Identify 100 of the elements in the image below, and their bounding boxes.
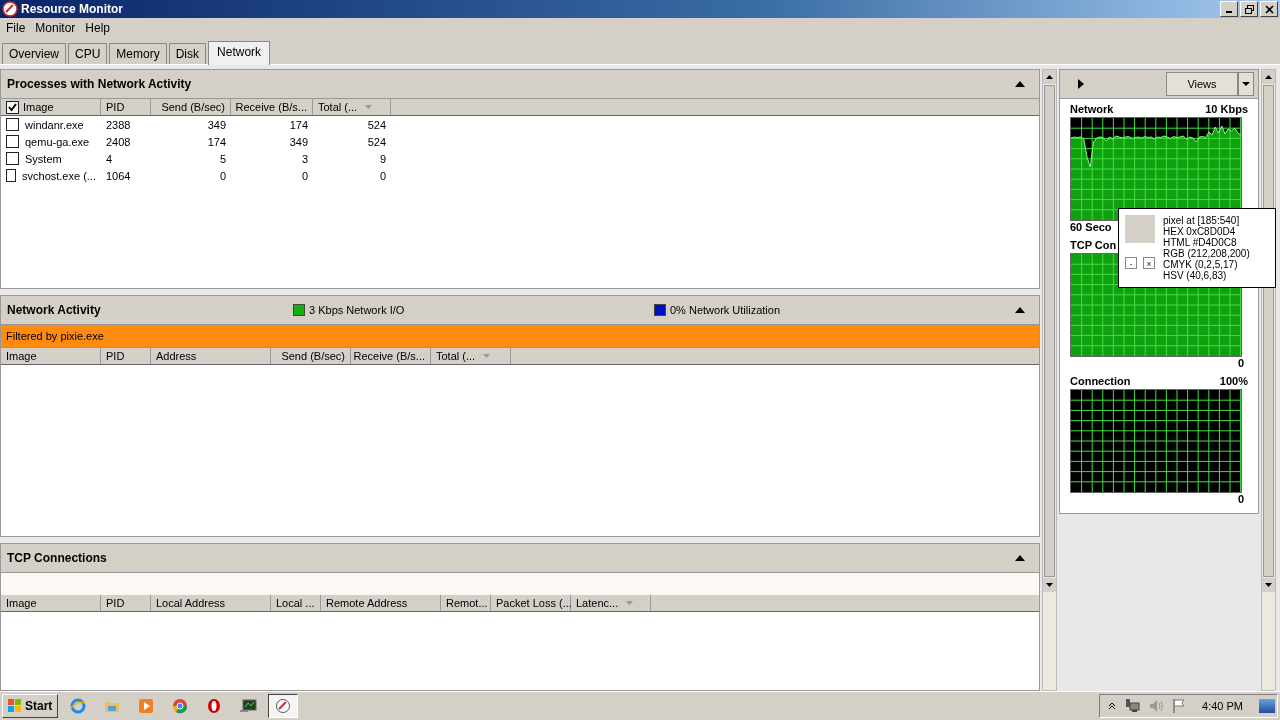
table-cell: 349 xyxy=(289,135,308,148)
column-header[interactable]: Local ... xyxy=(271,595,321,611)
table-cell: windanr.exe xyxy=(25,118,84,131)
expand-icon[interactable] xyxy=(1078,79,1084,89)
table-cell: 2388 xyxy=(106,118,131,131)
table-cell: 174 xyxy=(207,135,226,148)
section-header[interactable]: Network Activity 3 Kbps Network I/O 0% Network Utilization xyxy=(1,296,1039,325)
minimize-icon xyxy=(1226,11,1232,13)
column-header[interactable]: Receive (B/s... xyxy=(351,348,431,364)
menu-item[interactable]: File xyxy=(2,21,30,35)
tooltip-text: HTML #D4D0C8 xyxy=(1163,237,1238,248)
scrollbar[interactable] xyxy=(1042,69,1057,691)
graph-scale-label: 100% xyxy=(1219,375,1248,389)
graph-title: Network xyxy=(1070,103,1114,117)
column-header[interactable]: Address xyxy=(151,348,271,364)
graph-caption: 60 Seco xyxy=(1070,221,1112,235)
table-cell: qemu-ga.exe xyxy=(25,135,90,148)
clock[interactable]: 4:40 PM xyxy=(1202,700,1243,712)
column-header[interactable]: Image xyxy=(1,99,101,115)
table-cell: 0 xyxy=(219,169,226,182)
checkbox[interactable] xyxy=(6,118,19,131)
views-button[interactable]: Views xyxy=(1166,72,1238,96)
section-title: Network Activity xyxy=(7,303,101,317)
graph-scale-label: 0 xyxy=(1237,357,1244,371)
minimize-button[interactable] xyxy=(1220,1,1238,17)
ring-icon xyxy=(206,698,223,714)
start-button[interactable]: Start xyxy=(2,694,59,718)
column-header[interactable]: Send (B/sec) xyxy=(271,348,351,364)
column-header[interactable]: Receive (B/s... xyxy=(231,99,313,115)
restore-icon xyxy=(1244,4,1254,14)
table-cell: 5 xyxy=(219,152,226,165)
tooltip-text: pixel at [185:540] xyxy=(1163,215,1241,226)
column-header[interactable]: Image xyxy=(1,595,101,611)
tab[interactable]: Network xyxy=(208,41,271,65)
menu-item[interactable]: Monitor xyxy=(31,21,80,35)
tooltip-button[interactable]: x xyxy=(1143,257,1155,269)
table-cell: 524 xyxy=(367,118,386,131)
collapse-icon[interactable] xyxy=(1015,81,1025,87)
checkbox[interactable] xyxy=(6,135,19,148)
window-title: Resource Monitor xyxy=(21,2,123,16)
scroll-up-icon[interactable] xyxy=(1265,75,1272,79)
play-icon xyxy=(138,698,155,714)
graph-title: TCP Con xyxy=(1070,239,1117,253)
column-header[interactable]: PID xyxy=(101,348,151,364)
table-cell: svchost.exe (... xyxy=(22,169,96,182)
close-button[interactable] xyxy=(1260,1,1278,17)
legend-label: 0% Network Utilization xyxy=(670,304,781,316)
tooltip-text: RGB (212,208,200) xyxy=(1163,248,1250,259)
tab[interactable]: Memory xyxy=(109,43,167,64)
gauge-icon xyxy=(2,1,18,17)
column-header[interactable]: Remot... xyxy=(441,595,491,611)
chevron-up-icon[interactable] xyxy=(1108,702,1117,710)
section-header[interactable]: Processes with Network Activity xyxy=(1,70,1039,99)
globe-icon xyxy=(70,698,87,714)
tooltip-text: HSV (40,6,83) xyxy=(1163,270,1227,281)
column-header[interactable]: Image xyxy=(1,348,101,364)
network-icon[interactable] xyxy=(1124,698,1141,714)
restore-button[interactable] xyxy=(1240,1,1258,17)
filter-text: Filtered by pixie.exe xyxy=(6,330,104,342)
section-title: TCP Connections xyxy=(7,551,107,565)
taskbar-app-button[interactable] xyxy=(268,694,299,718)
column-header[interactable]: Total (... xyxy=(431,348,511,364)
table-cell: 3 xyxy=(301,152,308,165)
tooltip-button[interactable]: - xyxy=(1125,257,1137,269)
checkbox[interactable] xyxy=(6,169,16,182)
collapse-icon[interactable] xyxy=(1015,307,1025,313)
column-header[interactable]: Packet Loss (... xyxy=(491,595,571,611)
monitor-icon xyxy=(239,698,258,714)
show-desktop-button[interactable] xyxy=(1259,699,1275,713)
column-header[interactable]: PID xyxy=(101,595,151,611)
checkbox[interactable] xyxy=(6,100,19,114)
column-header[interactable]: Remote Address xyxy=(321,595,441,611)
column-header[interactable]: PID xyxy=(101,99,151,115)
legend-label: 3 Kbps Network I/O xyxy=(309,304,405,316)
tab[interactable]: Overview xyxy=(2,43,66,64)
column-header[interactable]: Latenc... xyxy=(571,595,651,611)
column-header[interactable]: Send (B/sec) xyxy=(151,99,231,115)
checkbox[interactable] xyxy=(6,152,19,165)
table-cell: 1064 xyxy=(106,169,131,182)
graph-title: Connection xyxy=(1070,375,1131,389)
scroll-down-icon[interactable] xyxy=(1265,583,1272,587)
tab[interactable]: Disk xyxy=(168,43,207,64)
dropdown-button[interactable] xyxy=(1238,72,1254,96)
table-cell: 9 xyxy=(379,152,386,165)
flag-icon[interactable] xyxy=(1172,698,1187,714)
column-header[interactable]: Local Address xyxy=(151,595,271,611)
tooltip-text: CMYK (0,2,5,17) xyxy=(1163,259,1238,270)
table-cell: 0 xyxy=(379,169,386,182)
graph-scale-label: 10 Kbps xyxy=(1205,103,1248,117)
gauge-icon xyxy=(275,698,292,714)
logo xyxy=(8,699,22,713)
tab[interactable]: CPU xyxy=(68,43,108,64)
section-header[interactable]: TCP Connections xyxy=(1,544,1039,573)
menu-item[interactable]: Help xyxy=(81,21,115,35)
scroll-up-icon[interactable] xyxy=(1046,75,1053,79)
scroll-down-icon[interactable] xyxy=(1046,583,1053,587)
close-icon xyxy=(1264,4,1274,14)
collapse-icon[interactable] xyxy=(1015,555,1025,561)
tooltip-text: HEX 0xC8D0D4 xyxy=(1163,226,1236,237)
column-header[interactable]: Total (... xyxy=(313,99,391,115)
